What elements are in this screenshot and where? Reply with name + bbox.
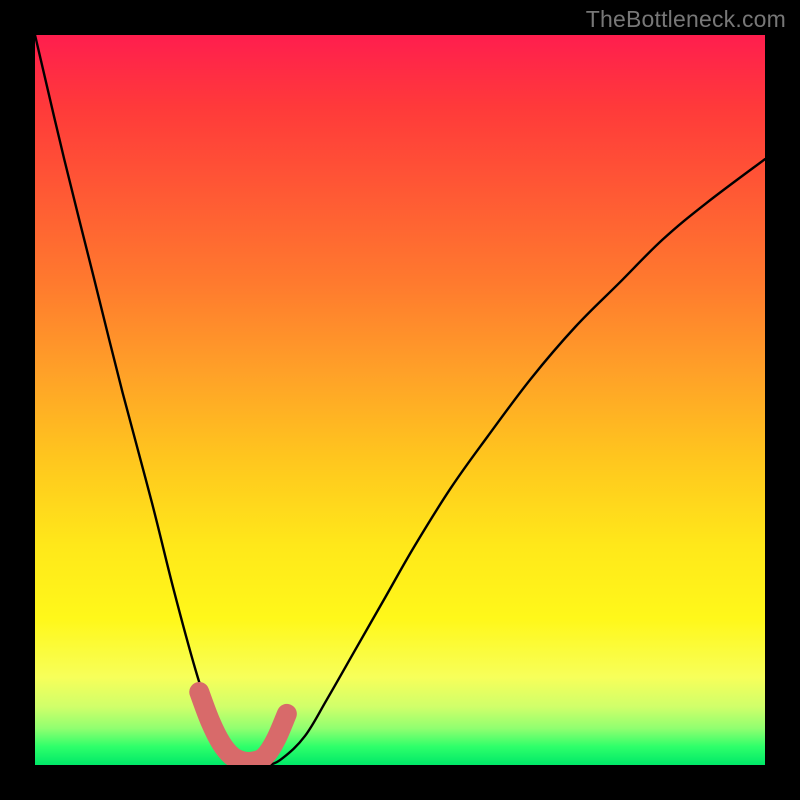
bottleneck-curve (35, 35, 765, 765)
chart-plot-area (35, 35, 765, 765)
chart-svg (35, 35, 765, 765)
highlight-segment (199, 692, 287, 762)
watermark-text: TheBottleneck.com (586, 6, 786, 33)
